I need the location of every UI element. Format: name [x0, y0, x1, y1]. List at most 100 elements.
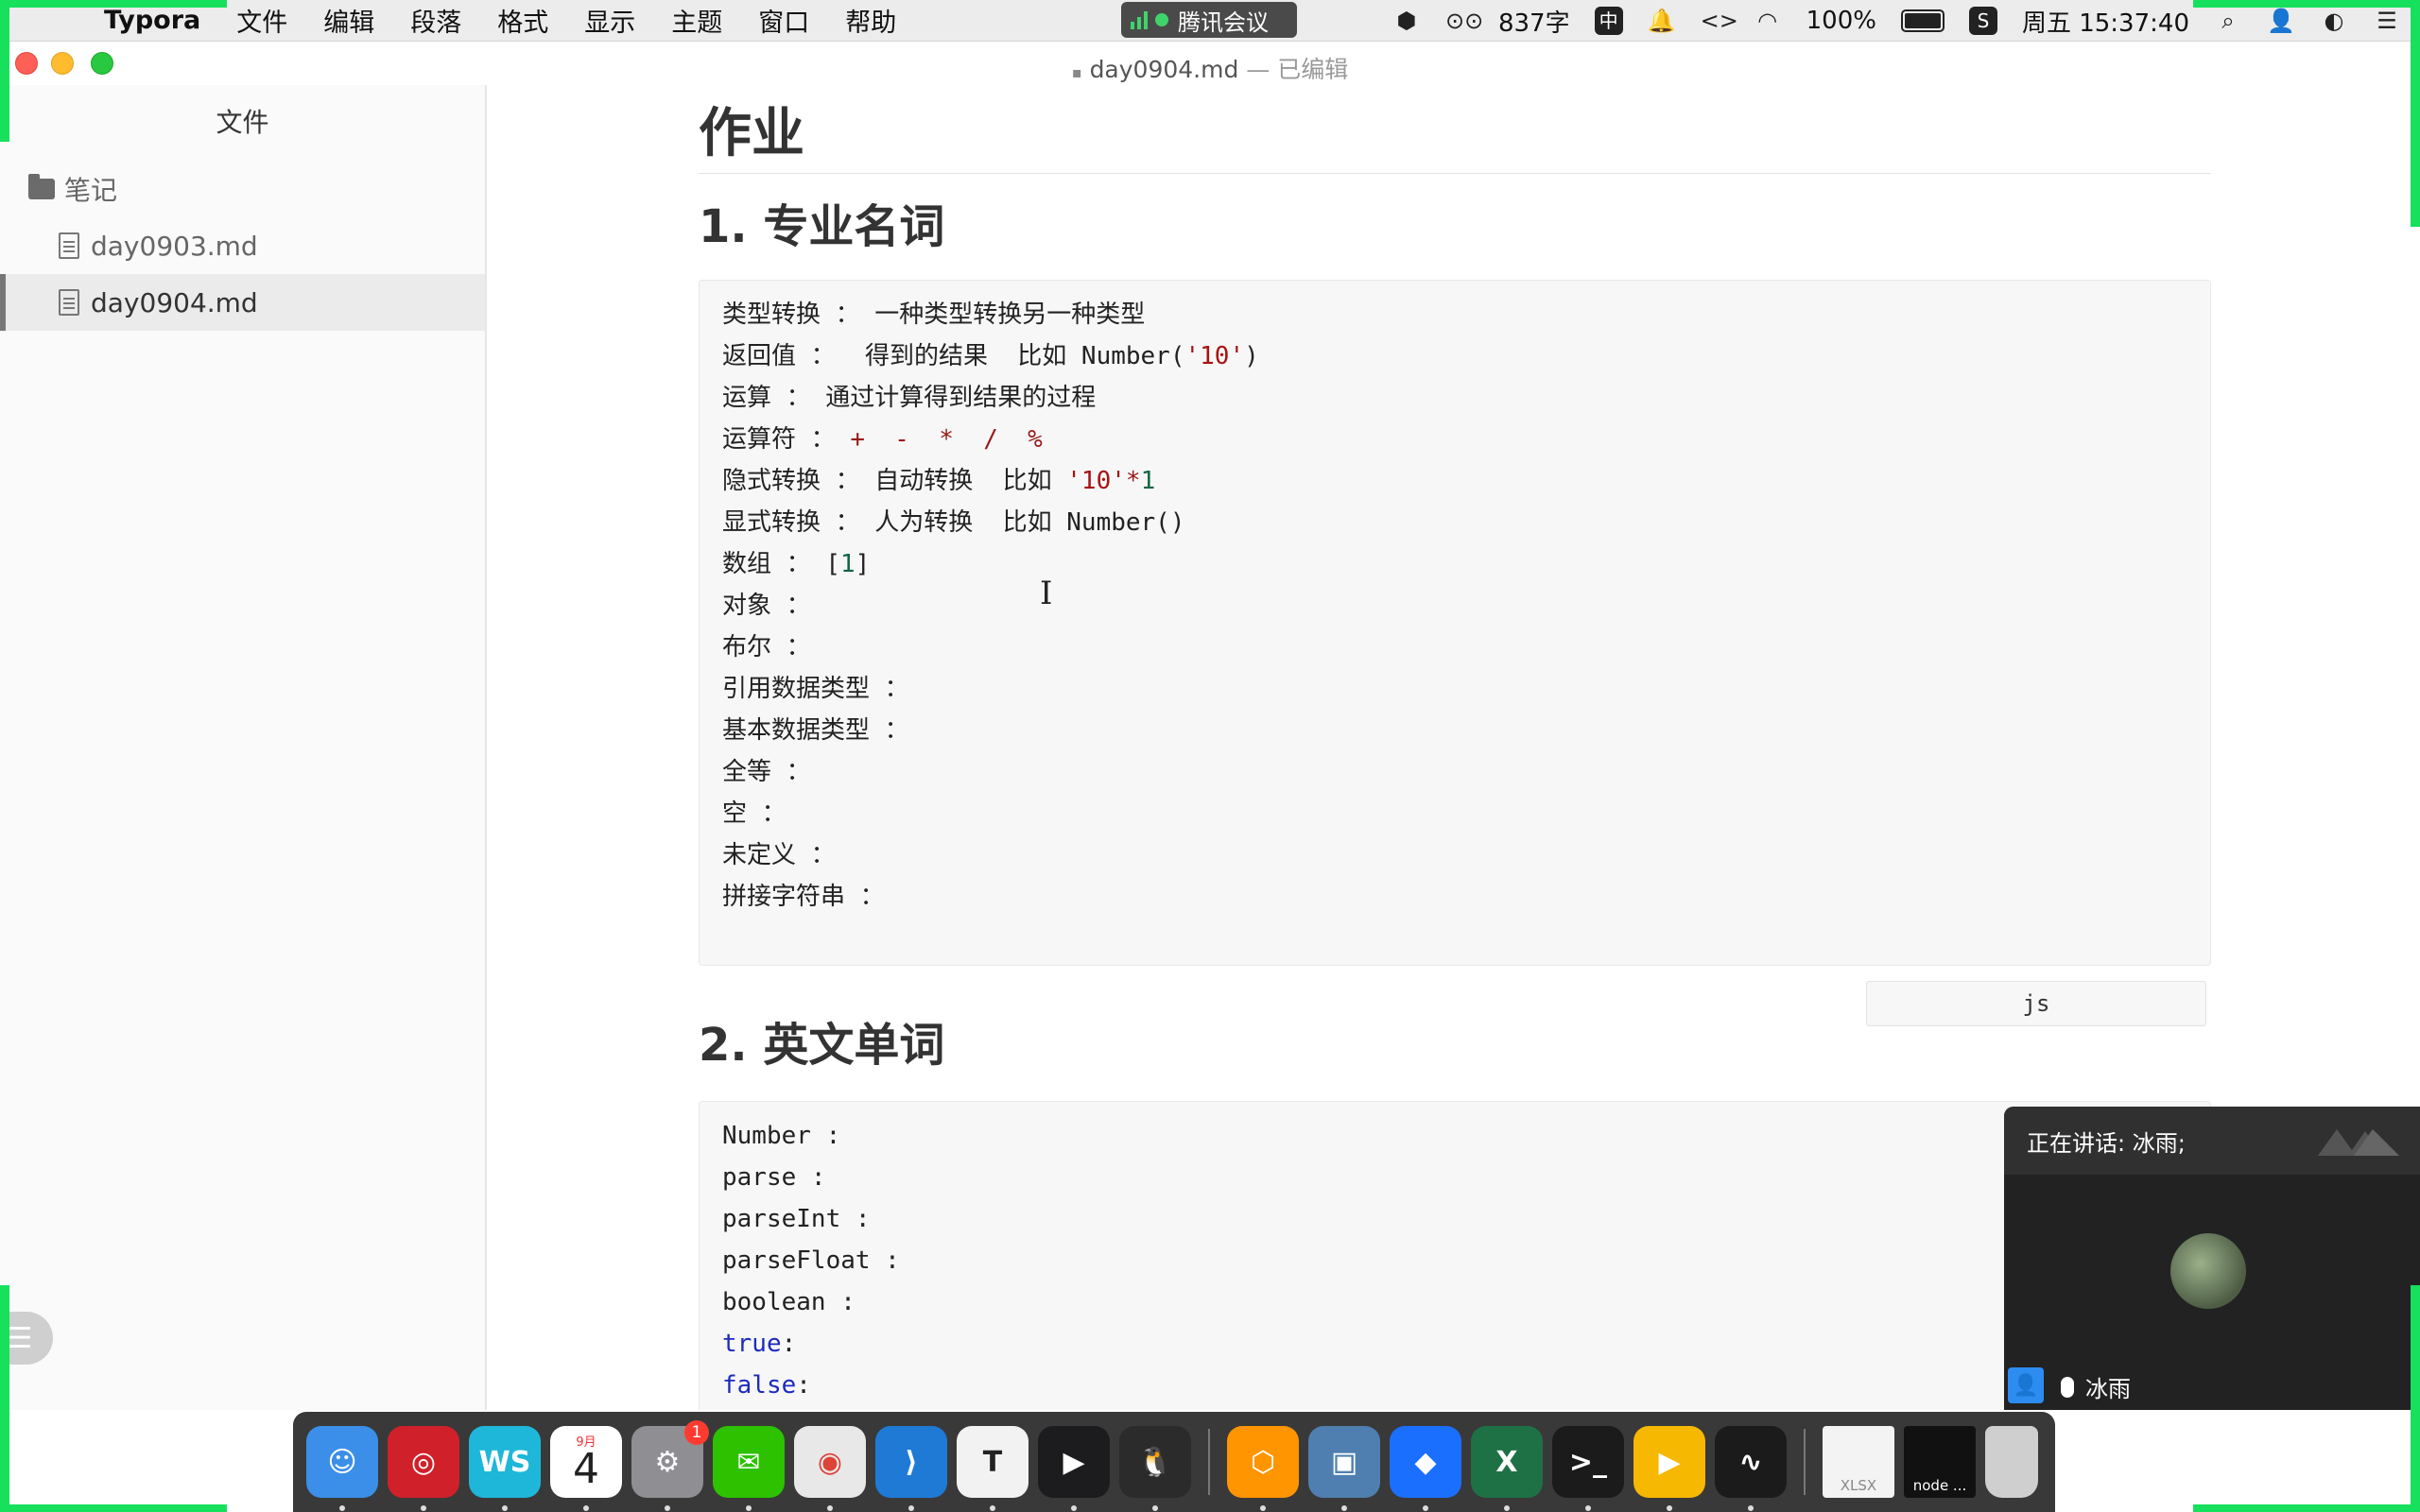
- code-line[interactable]: true:: [722, 1323, 2187, 1365]
- code-token: *: [1125, 467, 1141, 495]
- menubar-clock[interactable]: 周五 15:37:40: [2022, 4, 2189, 39]
- code-line[interactable]: 引用数据类型 ：: [722, 668, 2187, 710]
- code-line[interactable]: 返回值 ： 得到的结果 比如 Number('10'): [722, 335, 2187, 377]
- siri-icon[interactable]: ◐: [2320, 7, 2348, 35]
- dock-preview-icon[interactable]: ▣: [1308, 1426, 1380, 1511]
- xlsx-file-label: XLSX: [1840, 1477, 1877, 1494]
- sidebar-file-day0904[interactable]: day0904.md: [0, 274, 485, 331]
- menu-view[interactable]: 显示: [584, 2, 635, 39]
- glasses-icon[interactable]: ⊙⊙: [1445, 7, 1483, 35]
- battery-percent: 100%: [1806, 7, 1876, 35]
- dock-activity-monitor-icon[interactable]: ∿: [1715, 1426, 1787, 1511]
- participant-mic-label: 冰雨: [2061, 1370, 2131, 1403]
- dock-terminal-icon[interactable]: >_: [1552, 1426, 1624, 1511]
- code-token: :: [796, 1371, 811, 1400]
- window-title-filename: day0904.md: [1089, 56, 1239, 83]
- menu-edit[interactable]: 编辑: [323, 2, 374, 39]
- word-count: 837字: [1497, 9, 1570, 38]
- window-title-bar[interactable]: ▪ day0904.md — 已编辑: [0, 42, 2420, 85]
- dock-quicktime-icon[interactable]: ▶: [1038, 1426, 1110, 1511]
- chrome-glyph: ◉: [817, 1445, 843, 1479]
- hexagon-status-icon[interactable]: ⬢: [1392, 7, 1421, 35]
- sidebar-title: 文件: [216, 107, 269, 138]
- dock-system-preferences-icon[interactable]: ⚙ 1: [631, 1420, 709, 1511]
- heading-section-1[interactable]: 1. 专业名词: [699, 189, 944, 255]
- dock-calendar-icon[interactable]: 9月 4: [550, 1426, 622, 1511]
- dock-tencent-meeting-shield-icon[interactable]: ⬡: [1227, 1426, 1299, 1511]
- menu-bar: Typora 文件 编辑 段落 格式 显示 主题 窗口 帮助 腾讯会议 ⬢ ⊙⊙…: [0, 0, 2420, 42]
- dock-webstorm-icon[interactable]: WS: [469, 1426, 541, 1511]
- app-menu-typora[interactable]: Typora: [104, 6, 200, 35]
- code-language-input[interactable]: js: [1866, 981, 2206, 1026]
- running-indicator: [1341, 1505, 1347, 1511]
- dock-typora-icon[interactable]: T: [957, 1426, 1028, 1511]
- heading-section-2[interactable]: 2. 英文单词: [699, 1007, 944, 1074]
- dock-wechat-icon[interactable]: ✉: [713, 1426, 785, 1511]
- dock-keynote-player-icon[interactable]: ▶: [1634, 1426, 1705, 1511]
- heading-h1[interactable]: 作业: [699, 91, 2211, 174]
- code-block-terms[interactable]: 类型转换 ： 一种类型转换另一种类型 返回值 ： 得到的结果 比如 Number(…: [699, 280, 2211, 966]
- dock-tencent-meeting-icon[interactable]: ◆: [1390, 1426, 1461, 1511]
- code-line[interactable]: 显式转换 ： 人为转换 比如 Number(): [722, 502, 2187, 543]
- code-brackets-icon[interactable]: <>: [1701, 7, 1738, 35]
- code-line[interactable]: 拼接字符串 ：: [722, 876, 2187, 918]
- user-account-icon[interactable]: 👤: [2267, 7, 2295, 35]
- wifi-icon[interactable]: ◠: [1754, 7, 1782, 35]
- spotlight-search-icon[interactable]: ⌕: [2214, 7, 2242, 35]
- code-line[interactable]: 基本数据类型 ：: [722, 710, 2187, 751]
- code-token: [: [825, 550, 840, 578]
- code-line[interactable]: 布尔 ：: [722, 627, 2187, 668]
- tencent-meeting-status-pill[interactable]: 腾讯会议: [1121, 2, 1297, 38]
- meeting-speaker-window[interactable]: 正在讲话: 冰雨;: [2004, 1107, 2420, 1410]
- code-line[interactable]: 全等 ：: [722, 751, 2187, 793]
- sogou-input-icon[interactable]: S: [1968, 7, 1997, 35]
- notification-center-icon[interactable]: ☰: [2373, 7, 2401, 35]
- notification-bell-icon[interactable]: 🔔: [1648, 7, 1676, 35]
- code-line[interactable]: Number :: [722, 1115, 2187, 1157]
- code-line[interactable]: 类型转换 ： 一种类型转换另一种类型: [722, 294, 2187, 335]
- qq-glyph: 🐧: [1137, 1445, 1173, 1479]
- menu-paragraph[interactable]: 段落: [410, 2, 461, 39]
- dock-xlsx-file-icon[interactable]: XLSX: [1823, 1426, 1894, 1498]
- screen-share-frame-corner: [0, 0, 9, 142]
- code-line[interactable]: 未定义 ：: [722, 834, 2187, 876]
- sidebar-file-day0903[interactable]: day0903.md: [0, 217, 485, 274]
- dock-qq-icon[interactable]: 🐧: [1119, 1426, 1191, 1511]
- code-line[interactable]: 空 ：: [722, 793, 2187, 834]
- dock-excel-icon[interactable]: X: [1471, 1426, 1543, 1511]
- dock-netease-music-icon[interactable]: ◎: [388, 1426, 459, 1511]
- excel-glyph: X: [1495, 1445, 1518, 1479]
- code-line[interactable]: 对象 ：: [722, 585, 2187, 627]
- meeting-pill-label: 腾讯会议: [1178, 9, 1269, 36]
- code-line[interactable]: parseInt :: [722, 1198, 2187, 1240]
- code-line[interactable]: parse :: [722, 1157, 2187, 1198]
- preview-glyph: ▣: [1330, 1445, 1358, 1479]
- code-line[interactable]: false:: [722, 1365, 2187, 1406]
- code-line[interactable]: 运算符 ： + - * / %: [722, 419, 2187, 460]
- dock-chrome-icon[interactable]: ◉: [794, 1426, 866, 1511]
- code-block-words[interactable]: Number : parse : parseInt : parseFloat : boo…: [699, 1101, 2211, 1410]
- code-line[interactable]: boolean :: [722, 1281, 2187, 1323]
- code-line[interactable]: 运算 ： 通过计算得到结果的过程: [722, 377, 2187, 419]
- sidebar-folder-notes[interactable]: 笔记: [0, 161, 485, 217]
- code-line[interactable]: parseFloat :: [722, 1240, 2187, 1281]
- menu-help[interactable]: 帮助: [845, 2, 896, 39]
- speaking-label: 正在讲话: 冰雨;: [2027, 1129, 2186, 1157]
- menu-file[interactable]: 文件: [236, 2, 287, 39]
- menu-theme[interactable]: 主题: [671, 2, 722, 39]
- code-token: 显式转换 ： 人为转换 比如 Number(): [722, 508, 1185, 537]
- dock-node-terminal-icon[interactable]: node ...: [1904, 1426, 1976, 1498]
- dock-vscode-icon[interactable]: ⟩: [875, 1426, 947, 1511]
- vscode-glyph: ⟩: [905, 1445, 918, 1479]
- input-method-icon[interactable]: 中: [1594, 7, 1623, 35]
- dock-finder-icon[interactable]: ☺: [306, 1426, 378, 1511]
- code-line[interactable]: 数组 ： [1]: [722, 543, 2187, 585]
- menu-format[interactable]: 格式: [497, 2, 548, 39]
- folder-icon: [28, 174, 55, 199]
- dock-trash-icon[interactable]: [1985, 1426, 2038, 1498]
- menu-window[interactable]: 窗口: [758, 2, 809, 39]
- participant-icon[interactable]: 👤: [2008, 1367, 2044, 1403]
- code-line[interactable]: 隐式转换 ： 自动转换 比如 '10'*1: [722, 460, 2187, 502]
- code-line[interactable]: [722, 918, 2187, 959]
- battery-icon[interactable]: [1900, 9, 1945, 32]
